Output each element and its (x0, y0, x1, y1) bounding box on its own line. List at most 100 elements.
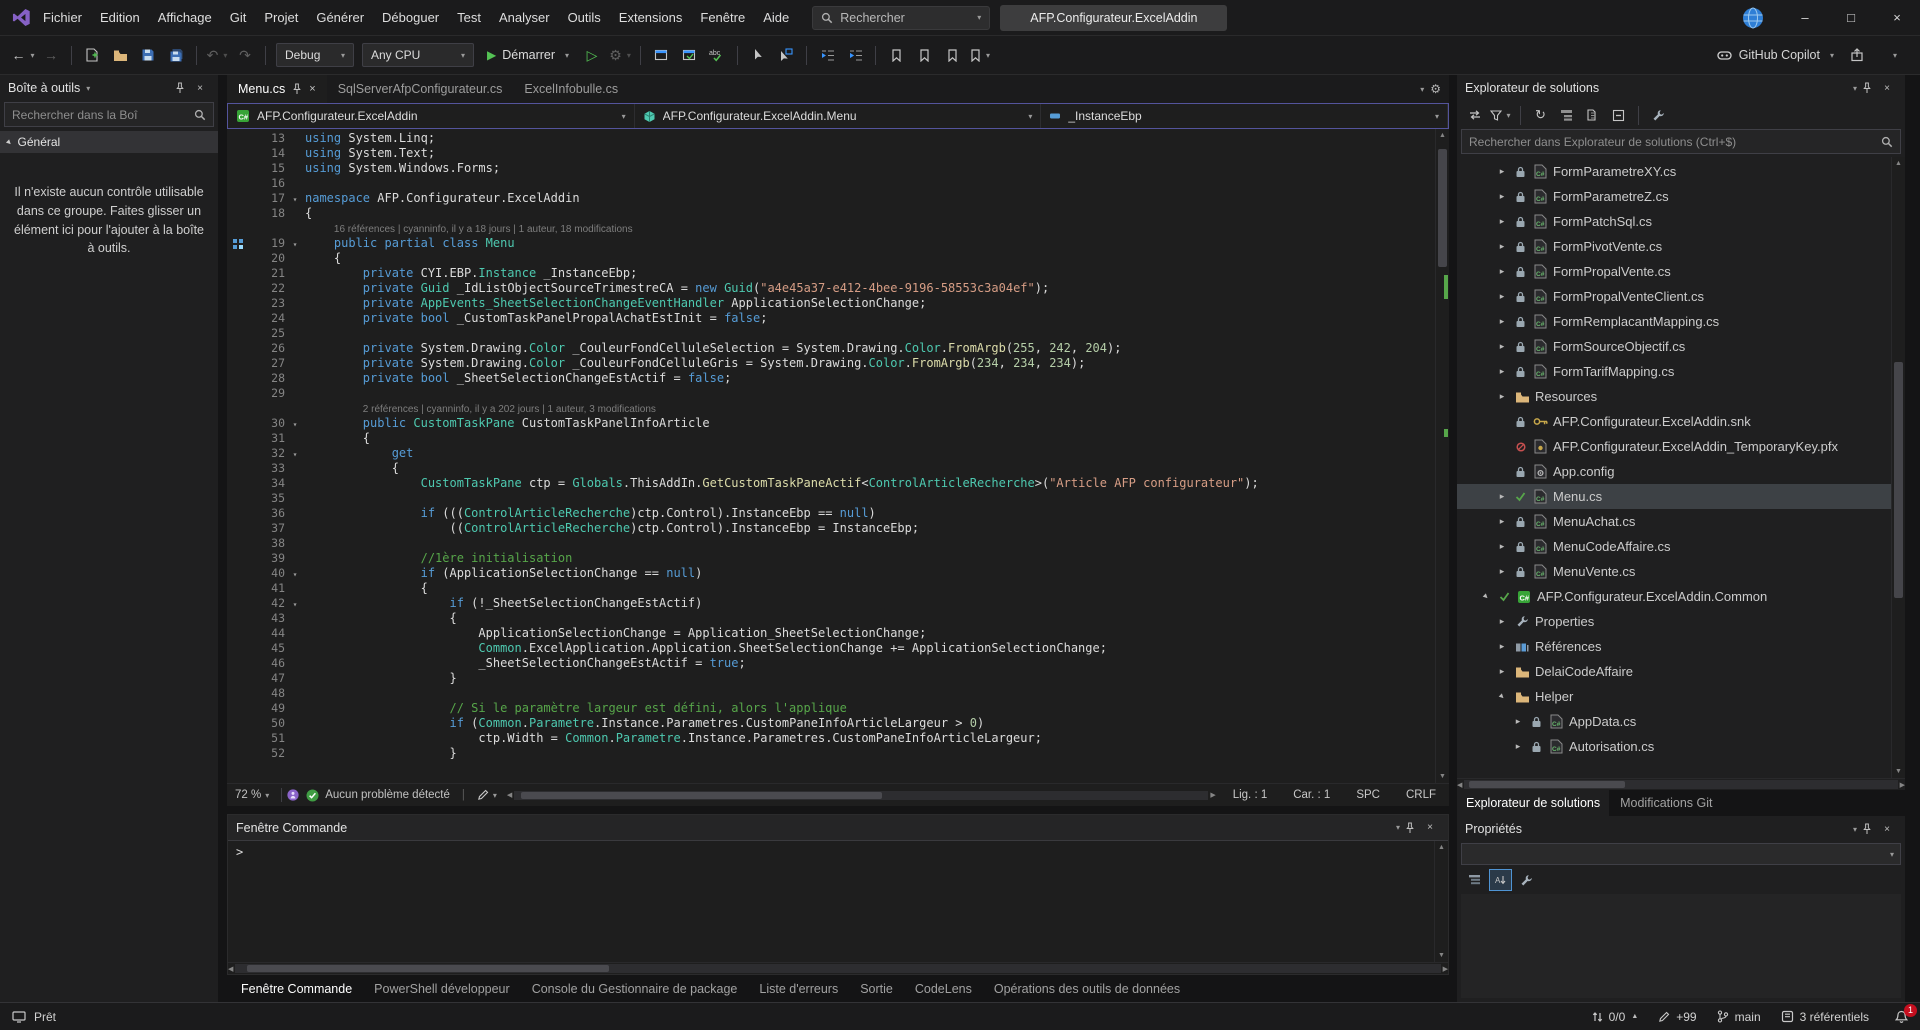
scroll-left-icon[interactable]: ◀ (507, 789, 512, 802)
tree-item-formparametrez-cs[interactable]: ▸C#FormParametreZ.cs (1457, 184, 1891, 209)
save-button[interactable] (135, 42, 161, 68)
menu-test[interactable]: Test (448, 0, 490, 35)
close-icon[interactable]: × (1420, 822, 1440, 833)
git-branch[interactable]: main (1717, 1010, 1761, 1024)
tree-item-menucodeaffaire-cs[interactable]: ▸C#MenuCodeAffaire.cs (1457, 534, 1891, 559)
next-bookmark-button[interactable] (939, 42, 965, 68)
unindent-button[interactable] (814, 42, 840, 68)
pin-icon[interactable] (292, 83, 302, 95)
account-avatar[interactable] (1742, 7, 1764, 29)
menu-projet[interactable]: Projet (255, 0, 307, 35)
panel-tab-modifications-git[interactable]: Modifications Git (1611, 790, 1721, 816)
panel-tab-powershell-developpeur[interactable]: PowerShell développeur (364, 975, 520, 1002)
sync-with-active-document-button[interactable] (1463, 104, 1486, 126)
menu-aide[interactable]: Aide (754, 0, 798, 35)
chevron-collapsed-icon[interactable]: ▸ (1511, 716, 1525, 727)
start-debug-button[interactable]: ▶ Démarrer ▾ (479, 42, 577, 68)
redo-button[interactable]: ↷ (232, 42, 258, 68)
code-line-24[interactable]: 24 private bool _CustomTaskPanelPropalAc… (227, 311, 1435, 326)
editor-vertical-scrollbar[interactable]: ▲ ▼ (1435, 129, 1449, 783)
code-line-16[interactable]: 16 (227, 176, 1435, 191)
code-line-21[interactable]: 21 private CYI.EBP.Instance _InstanceEbp… (227, 266, 1435, 281)
scrollbar-thumb[interactable] (521, 792, 882, 799)
code-cleanup-button[interactable]: ▾ (471, 789, 503, 801)
editor-horizontal-scrollbar[interactable]: ◀ ▶ (507, 784, 1216, 806)
maximize-button[interactable]: □ (1828, 0, 1874, 35)
code-line-20[interactable]: 20 { (227, 251, 1435, 266)
fold-collapse-icon[interactable]: ▾ (293, 420, 298, 429)
scroll-down-icon[interactable]: ▼ (1436, 770, 1449, 783)
menu-affichage[interactable]: Affichage (149, 0, 221, 35)
command-window-input[interactable]: > (228, 841, 1434, 962)
batch-build-button[interactable] (676, 42, 702, 68)
chevron-expanded-icon[interactable]: ▸ (1477, 588, 1495, 606)
chevron-collapsed-icon[interactable]: ▸ (1495, 541, 1509, 552)
undo-button[interactable]: ↶▾ (204, 42, 230, 68)
code-line-32[interactable]: 32▾ get (227, 446, 1435, 461)
codelens-line[interactable]: 2 références | cyanninfo, il y a 202 jou… (227, 401, 1435, 416)
code-line-51[interactable]: 51 ctp.Width = Common.Parametre.Instance… (227, 731, 1435, 746)
chevron-collapsed-icon[interactable]: ▸ (1495, 266, 1509, 277)
open-file-button[interactable] (107, 42, 133, 68)
code-line-47[interactable]: 47 } (227, 671, 1435, 686)
scroll-up-icon[interactable]: ▲ (1892, 157, 1905, 170)
active-files-chevron-icon[interactable]: ▾ (1420, 85, 1424, 94)
configuration-dropdown[interactable]: Debug ▾ (276, 43, 354, 67)
menu-deboguer[interactable]: Déboguer (373, 0, 448, 35)
collapse-all-button[interactable] (1607, 104, 1630, 126)
close-icon[interactable]: × (1877, 824, 1897, 835)
code-line-36[interactable]: 36 if (((ControlArticleRecherche)ctp.Con… (227, 506, 1435, 521)
tree-vertical-scrollbar[interactable]: ▲ ▼ (1891, 157, 1905, 778)
code-line-38[interactable]: 38 (227, 536, 1435, 551)
panel-tab-fenetre-commande[interactable]: Fenêtre Commande (231, 975, 362, 1002)
toolbox-search-input[interactable]: Rechercher dans la Boî (4, 102, 214, 127)
intellisense-mode-button[interactable] (745, 42, 771, 68)
panel-tab-explorateur-de-solutions[interactable]: Explorateur de solutions (1457, 790, 1609, 816)
code-line-50[interactable]: 50 if (Common.Parametre.Instance.Paramet… (227, 716, 1435, 731)
new-file-button[interactable] (79, 42, 105, 68)
notifications-bell[interactable]: 1 (1895, 1010, 1908, 1024)
tree-item-resources[interactable]: ▸Resources (1457, 384, 1891, 409)
share-button[interactable] (1844, 42, 1870, 68)
code-editor[interactable]: 13using System.Linq;14using System.Text;… (227, 129, 1449, 783)
code-line-42[interactable]: 42▾ if (!_SheetSelectionChangeEstActif) (227, 596, 1435, 611)
document-tab-excelinfobulle-cs[interactable]: ExcelInfobulle.cs (513, 75, 629, 103)
spaces-indicator[interactable]: SPC (1343, 789, 1393, 801)
code-line-14[interactable]: 14using System.Text; (227, 146, 1435, 161)
show-all-files-button[interactable] (1581, 104, 1604, 126)
tree-item-menuvente-cs[interactable]: ▸C#MenuVente.cs (1457, 559, 1891, 584)
github-copilot-button[interactable]: GitHub Copilot ▾ (1716, 47, 1834, 64)
toolbox-section-general[interactable]: ▸ Général (0, 131, 218, 153)
command-window-header[interactable]: Fenêtre Commande ▾ × (228, 815, 1448, 841)
pin-icon[interactable] (1400, 822, 1420, 834)
tree-item-formpivotvente-cs[interactable]: ▸C#FormPivotVente.cs (1457, 234, 1891, 259)
tree-item-menuachat-cs[interactable]: ▸C#MenuAchat.cs (1457, 509, 1891, 534)
editor-options-icon[interactable]: ⚙ (1430, 82, 1441, 96)
tree-item-formpatchsql-cs[interactable]: ▸C#FormPatchSql.cs (1457, 209, 1891, 234)
scroll-down-icon[interactable]: ▼ (1435, 949, 1448, 962)
menu-outils[interactable]: Outils (559, 0, 610, 35)
tree-horizontal-scrollbar[interactable]: ◀ ▶ (1457, 778, 1905, 790)
tree-item-menu-cs[interactable]: ▸C#Menu.cs (1457, 484, 1891, 509)
document-tab-sqlserverafpconfigurateur-cs[interactable]: SqlServerAfpConfigurateur.cs (327, 75, 514, 103)
menu-fenetre[interactable]: Fenêtre (691, 0, 754, 35)
code-line-25[interactable]: 25 (227, 326, 1435, 341)
tree-item-helper[interactable]: ▸Helper (1457, 684, 1891, 709)
scroll-down-icon[interactable]: ▼ (1892, 765, 1905, 778)
code-line-43[interactable]: 43 { (227, 611, 1435, 626)
fold-collapse-icon[interactable]: ▾ (293, 240, 298, 249)
indent-button[interactable] (842, 42, 868, 68)
chevron-collapsed-icon[interactable]: ▸ (1495, 191, 1509, 202)
close-icon[interactable]: × (190, 83, 210, 94)
code-line-19[interactable]: 19▾ public partial class Menu (227, 236, 1435, 251)
tree-item-references[interactable]: ▸Références (1457, 634, 1891, 659)
chevron-collapsed-icon[interactable]: ▸ (1495, 566, 1509, 577)
scrollbar-thumb[interactable] (247, 965, 609, 972)
fold-collapse-icon[interactable]: ▾ (293, 570, 298, 579)
code-line-41[interactable]: 41 { (227, 581, 1435, 596)
code-line-23[interactable]: 23 private AppEvents_SheetSelectionChang… (227, 296, 1435, 311)
minimize-button[interactable]: – (1782, 0, 1828, 35)
solution-name-badge[interactable]: AFP.Configurateur.ExcelAddin (1000, 5, 1227, 31)
code-line-29[interactable]: 29 (227, 386, 1435, 401)
performance-profiler-button[interactable]: ⚙▾ (607, 42, 633, 68)
